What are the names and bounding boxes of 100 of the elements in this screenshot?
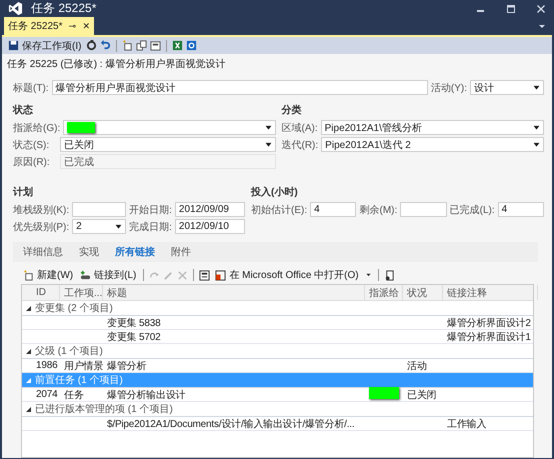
template-icon[interactable] <box>150 40 162 51</box>
effort-field[interactable]: 4 <box>310 202 356 217</box>
field-label: 指派给(G): <box>13 122 60 134</box>
table-cell-text: 已关闭 <box>406 388 438 402</box>
group-label: 变更集 (2 个项目) <box>35 302 113 315</box>
dropdown-field[interactable]: Pipe2012A1\管线分析 <box>320 120 544 135</box>
field-label: 剩余(M): <box>359 204 398 216</box>
table-row[interactable]: $/Pipe2012A1/Documents/设计/输入输出设计/爆管分析/... 工作输入 <box>22 417 533 431</box>
table-row[interactable]: 变更集 5702 爆管分析界面设计1 <box>22 330 533 344</box>
open-in-office-button[interactable]: 在 Microsoft Office 中打开(O) <box>213 268 373 282</box>
redo-icon <box>149 270 160 280</box>
tab[interactable]: 附件 <box>165 244 197 260</box>
dropdown-arrow-icon[interactable] <box>264 142 272 147</box>
field-label: 开始日期: <box>129 204 172 216</box>
dropdown-arrow-icon[interactable] <box>533 85 540 90</box>
table-cell-text: 任务 <box>63 388 85 402</box>
save-icon <box>8 40 19 51</box>
work-item-header: 任务 25225 (已修改) : 爆管分析用户界面视觉设计 <box>6 58 226 72</box>
effort-field[interactable]: 4 <box>498 202 544 217</box>
effort-field[interactable] <box>400 202 447 217</box>
excel-icon[interactable] <box>172 40 184 51</box>
pin-icon[interactable]: ⊸ <box>68 21 76 31</box>
new-link-button[interactable]: 新建(W) <box>21 268 76 282</box>
table-cell-text: 活动 <box>406 360 428 372</box>
copy-icon[interactable] <box>136 40 148 51</box>
table-cell-text: 变更集 5702 <box>106 330 162 344</box>
group-label: 前置任务 (1 个项目) <box>35 374 123 387</box>
dropdown-arrow-icon[interactable] <box>115 224 122 229</box>
new-item-icon <box>23 270 34 280</box>
field-label: 迭代(R): <box>282 138 318 152</box>
date-field[interactable]: 2012/09/10 <box>174 219 245 234</box>
dropdown-arrow-icon <box>366 273 371 277</box>
column-header[interactable]: 状况 <box>403 285 443 300</box>
dropdown-field[interactable] <box>63 120 276 135</box>
tab[interactable]: 所有链接 <box>109 244 161 260</box>
column-header[interactable]: 标题 <box>103 285 365 300</box>
visual-studio-logo-icon <box>8 1 23 16</box>
outlook-icon[interactable] <box>186 40 198 51</box>
dropdown-arrow-icon[interactable] <box>533 142 540 147</box>
stack-rank-field[interactable] <box>72 202 126 217</box>
tab[interactable]: 实现 <box>73 244 105 260</box>
dropdown-arrow-icon[interactable] <box>533 125 540 130</box>
field-label: 状态(S): <box>13 138 50 152</box>
table-row[interactable]: 2074 任务 爆管分析输出设计 已关闭 <box>22 388 533 402</box>
field-label: 完成日期: <box>129 220 172 234</box>
table-cell-text: 1986 <box>35 360 58 371</box>
document-tab[interactable]: 任务 25225* ⊸ ✕ <box>4 17 94 35</box>
window-title: 任务 25225* <box>31 0 96 17</box>
dropdown-arrow-icon[interactable] <box>264 125 272 130</box>
section-heading: 状态 <box>13 104 34 117</box>
table-cell-text: 爆管分析输出设计 <box>106 388 186 402</box>
link-icon <box>80 270 92 280</box>
table-cell-text: 爆管分析界面设计1 <box>446 330 532 344</box>
priority-dropdown[interactable]: 2 <box>72 219 126 234</box>
field-label: 初始估计(E): <box>251 204 308 216</box>
table-cell-text: $/Pipe2012A1/Documents/设计/输入输出设计/爆管分析/... <box>106 418 356 430</box>
undo-icon[interactable] <box>100 40 112 51</box>
column-header[interactable]: 链接注释 <box>443 285 538 300</box>
dropdown-field[interactable]: Pipe2012A1\迭代 2 <box>321 137 544 152</box>
field-label: 堆栈级别(K): <box>13 204 70 216</box>
table-cell-text: 爆管分析界面设计2 <box>446 316 532 330</box>
group-label: 父级 (1 个项目) <box>35 345 103 358</box>
section-heading: 分类 <box>282 104 302 117</box>
section-heading: 投入(小时) <box>251 186 299 199</box>
open-list-icon[interactable] <box>199 270 210 280</box>
column-header[interactable]: 指派给 <box>365 285 403 300</box>
expander-icon[interactable] <box>26 406 31 412</box>
table-cell-text: 变更集 5838 <box>106 316 162 330</box>
refresh-icon[interactable] <box>86 40 98 51</box>
column-header[interactable]: 工作项... <box>60 285 103 300</box>
field-label: 区域(A): <box>282 122 318 134</box>
group-label: 已进行版本管理的项 (1 个项目) <box>35 402 173 416</box>
expander-icon[interactable] <box>26 306 31 310</box>
section-heading: 计划 <box>13 186 34 199</box>
dropdown-field[interactable]: 已关闭 <box>60 137 276 152</box>
title-field[interactable]: 爆管分析用户界面视觉设计 <box>52 80 428 95</box>
field-label: 标题(T): <box>13 82 49 94</box>
maximize-icon[interactable] <box>506 4 516 14</box>
table-cell-text: 爆管分析 <box>106 360 148 372</box>
expander-icon[interactable] <box>26 348 31 354</box>
save-work-item-button[interactable]: 保存工作项(I) <box>6 38 84 52</box>
report-icon[interactable] <box>384 270 395 280</box>
date-field[interactable]: 2012/09/09 <box>174 202 245 217</box>
column-header[interactable]: ID <box>32 285 60 300</box>
field-label: 已完成(L): <box>450 204 495 216</box>
tab[interactable]: 详细信息 <box>17 244 69 260</box>
field-label: 活动(Y): <box>430 82 467 94</box>
field-label: 原因(R): <box>13 156 51 168</box>
close-tab-icon[interactable]: ✕ <box>82 21 90 31</box>
table-row[interactable]: 变更集 5838 爆管分析界面设计2 <box>22 316 533 330</box>
close-icon[interactable] <box>536 4 546 14</box>
table-cell-text: 用户情景 <box>63 360 103 372</box>
new-linked-item-icon[interactable] <box>122 40 134 51</box>
link-to-button[interactable]: 链接到(L) <box>78 268 138 282</box>
table-row[interactable]: 1986 用户情景 爆管分析 活动 <box>22 359 533 373</box>
table-cell-text: 2074 <box>35 389 58 400</box>
table-cell-text: 工作输入 <box>446 418 488 430</box>
redaction-block <box>67 122 96 133</box>
dropdown-icon[interactable] <box>538 23 546 29</box>
activity-dropdown[interactable]: 设计 <box>470 80 544 95</box>
